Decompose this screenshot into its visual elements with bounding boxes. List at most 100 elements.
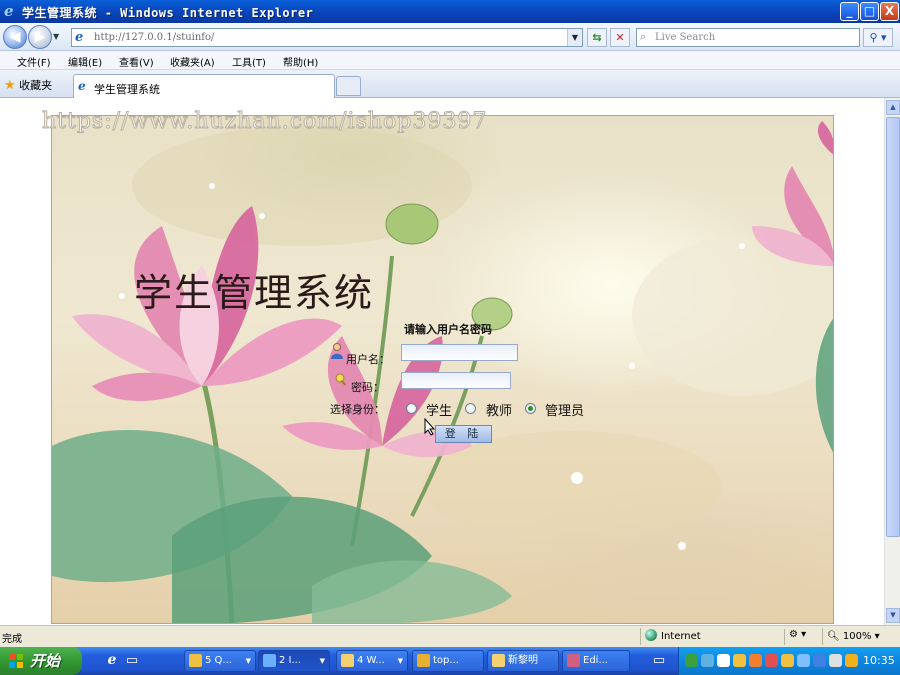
tray-app-icon[interactable] <box>701 654 714 667</box>
tab-label: 学生管理系统 <box>94 83 160 96</box>
taskbar-button-folder[interactable]: 靳黎明 <box>487 650 559 672</box>
role-student-radio[interactable] <box>406 403 417 414</box>
taskbar-button-label: 靳黎明 <box>508 655 538 666</box>
taskbar-button-top[interactable]: top... <box>412 650 484 672</box>
taskbar-button-label: 2 I... <box>279 655 302 666</box>
new-tab-button[interactable] <box>336 76 361 96</box>
taskbar-button-editor[interactable]: Edi... <box>562 650 630 672</box>
page-icon: e <box>75 30 84 45</box>
star-icon: ★ <box>4 78 16 93</box>
url-text: http://127.0.0.1/stuinfo/ <box>94 32 215 43</box>
password-label: 密码： <box>351 381 384 394</box>
tray-ie-icon[interactable] <box>813 654 826 667</box>
window-title: 学生管理系统 - Windows Internet Explorer <box>22 6 314 20</box>
zoom-level: 100% <box>842 631 872 642</box>
menu-tools[interactable]: 工具(T) <box>232 54 266 69</box>
editor-icon <box>567 654 580 667</box>
back-button[interactable]: ◀ <box>3 25 27 49</box>
username-label: 用户名： <box>346 353 390 366</box>
tab-bar: ★ 收藏夹 e 学生管理系统 <box>0 70 900 98</box>
favorites-button[interactable]: ★ 收藏夹 <box>4 77 52 93</box>
history-dropdown-icon[interactable]: ▼ <box>53 32 59 41</box>
menu-view[interactable]: 查看(V) <box>119 54 154 69</box>
tray-cloud-icon[interactable] <box>717 654 730 667</box>
folder-icon <box>341 654 354 667</box>
stop-icon: ✕ <box>615 31 625 44</box>
stop-button[interactable]: ✕ <box>610 28 630 47</box>
minimize-button[interactable]: _ <box>840 2 859 21</box>
page-title: 学生管理系统 <box>134 271 375 315</box>
tray-qq-icon[interactable] <box>733 654 746 667</box>
tray-shield-icon[interactable] <box>845 654 858 667</box>
role-admin-label: 管理员 <box>545 404 585 419</box>
taskbar-button-ie[interactable]: 2 I... ▼ <box>258 650 330 672</box>
watermark-text: https://www.huzhan.com/ishop39397 <box>41 109 488 135</box>
app-icon <box>417 654 430 667</box>
tab-active[interactable]: e 学生管理系统 <box>73 74 335 98</box>
ie-page-icon: e <box>78 79 86 93</box>
folder-icon <box>492 654 505 667</box>
forward-button[interactable]: ▶ <box>28 25 52 49</box>
scroll-thumb[interactable] <box>886 117 900 537</box>
globe-icon <box>645 629 657 641</box>
scroll-up-icon[interactable]: ▲ <box>886 100 900 115</box>
address-input[interactable]: e http://127.0.0.1/stuinfo/ ▼ <box>71 28 583 47</box>
tray-qq-icon[interactable] <box>765 654 778 667</box>
role-student-label: 学生 <box>426 404 453 419</box>
ie-icon <box>263 654 276 667</box>
tray-qq-icon[interactable] <box>749 654 762 667</box>
clock: 10:35 <box>863 654 895 667</box>
ie-logo-icon: e <box>4 2 14 20</box>
mouse-cursor-icon <box>424 418 436 436</box>
refresh-button[interactable]: ⇆ <box>587 28 607 47</box>
zoom-control[interactable]: 🔍︎ 100% ▾ <box>822 628 892 645</box>
protected-mode-icon[interactable]: ⚙ ▾ <box>784 629 820 645</box>
search-icon: ⚲ ▾ <box>869 31 887 44</box>
arrow-right-icon: ▶ <box>34 29 46 45</box>
tray-network-icon[interactable] <box>685 654 698 667</box>
close-button[interactable]: X <box>880 2 899 21</box>
menu-edit[interactable]: 编辑(E) <box>68 54 102 69</box>
login-prompt: 请输入用户名密码 <box>404 323 492 336</box>
taskbar-button-explorer[interactable]: 4 W... ▼ <box>336 650 408 672</box>
menu-help[interactable]: 帮助(H) <box>283 54 318 69</box>
scroll-down-icon[interactable]: ▼ <box>886 608 900 623</box>
taskbar-button-label: 4 W... <box>357 655 385 666</box>
tray-qq-icon[interactable] <box>781 654 794 667</box>
role-teacher-radio[interactable] <box>465 403 476 414</box>
search-input[interactable]: ⌕ Live Search <box>636 28 860 47</box>
maximize-button[interactable]: □ <box>860 2 879 21</box>
favorites-label: 收藏夹 <box>19 79 53 92</box>
lotus-background <box>51 115 834 624</box>
taskbar-button-label: 5 Q... <box>205 655 232 666</box>
qq-icon <box>189 654 202 667</box>
vertical-scrollbar[interactable]: ▲ ▼ <box>884 98 900 625</box>
user-icon <box>331 343 343 359</box>
start-button[interactable]: 开始 <box>0 647 82 675</box>
menu-file[interactable]: 文件(F) <box>17 54 51 69</box>
tray-app-icon[interactable] <box>829 654 842 667</box>
username-input[interactable] <box>401 344 518 361</box>
lotus-illustration <box>52 121 833 623</box>
menu-favorites[interactable]: 收藏夹(A) <box>170 54 215 69</box>
security-zone: Internet <box>640 628 778 645</box>
login-button[interactable]: 登 陆 <box>435 425 492 443</box>
windows-logo-icon <box>9 654 23 668</box>
address-dropdown-icon[interactable]: ▼ <box>567 29 582 46</box>
taskbar-button-qq[interactable]: 5 Q... ▼ <box>184 650 256 672</box>
status-text: 完成 <box>2 634 22 645</box>
key-icon <box>335 373 347 386</box>
status-bar: 完成 Internet ⚙ ▾ 🔍︎ 100% ▾ <box>0 625 900 647</box>
password-input[interactable] <box>401 372 511 389</box>
role-teacher-label: 教师 <box>486 404 513 419</box>
zone-label: Internet <box>661 631 701 642</box>
taskbar: 开始 e ▭ 5 Q... ▼ 2 I... ▼ 4 W... ▼ top... 靳黎… <box>0 647 900 675</box>
show-desktop-icon[interactable]: ▭ <box>650 652 668 670</box>
role-admin-radio[interactable] <box>525 403 536 414</box>
quicklaunch-folder-icon[interactable]: ▭ <box>123 652 141 670</box>
arrow-left-icon: ◀ <box>9 29 21 45</box>
start-label: 开始 <box>30 652 61 670</box>
quicklaunch-ie-icon[interactable]: e <box>103 652 121 670</box>
search-button[interactable]: ⚲ ▾ <box>863 28 893 47</box>
tray-app-icon[interactable] <box>797 654 810 667</box>
